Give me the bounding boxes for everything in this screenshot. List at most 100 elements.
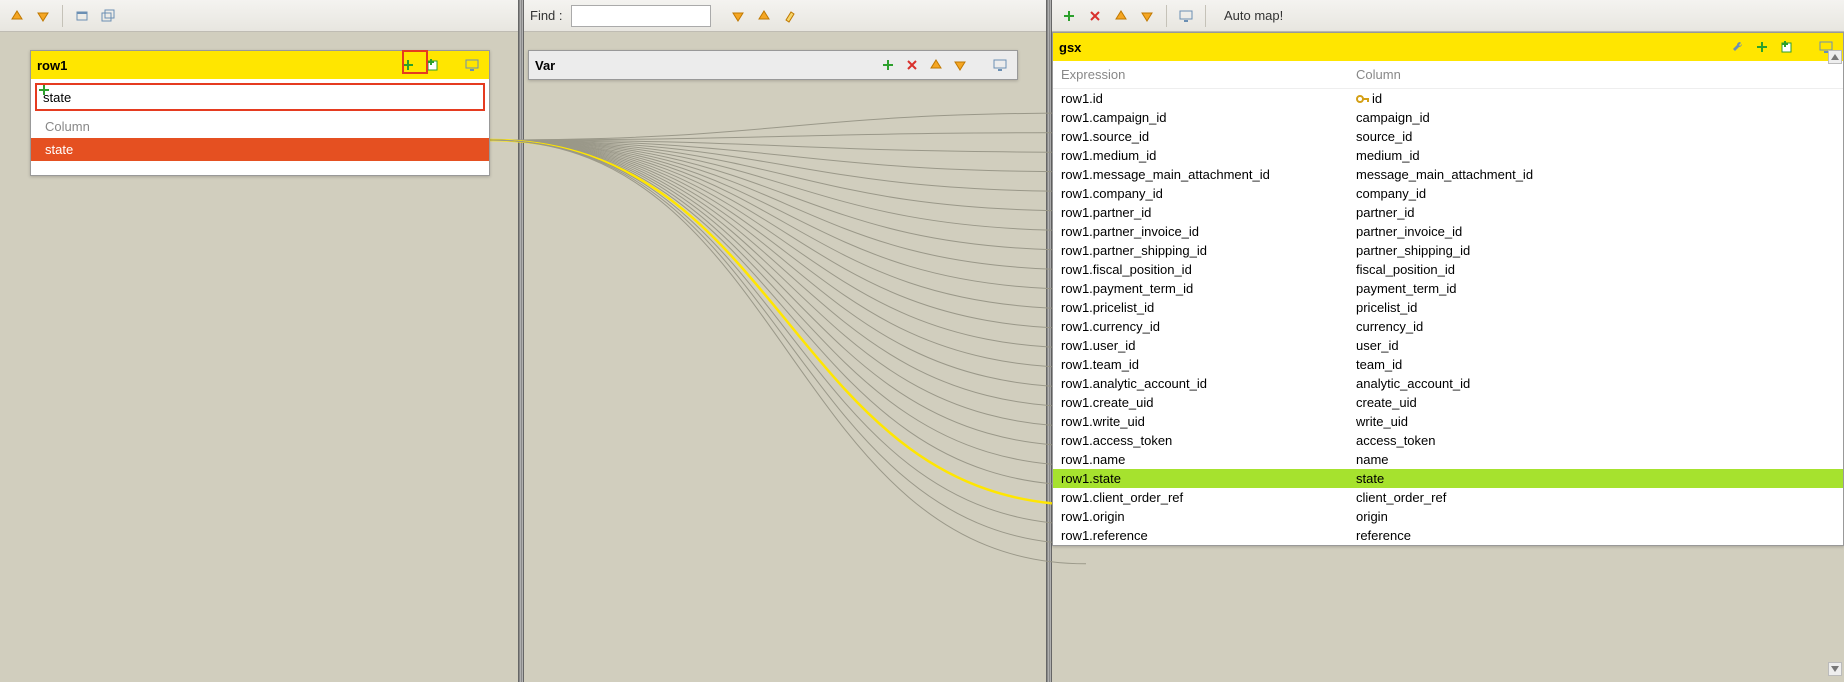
expression-cell: row1.state <box>1061 471 1356 486</box>
expression-cell: row1.write_uid <box>1061 414 1356 429</box>
expression-cell: row1.id <box>1061 91 1356 106</box>
mapping-row[interactable]: row1.payment_term_idpayment_term_id <box>1053 279 1843 298</box>
expression-cell: row1.medium_id <box>1061 148 1356 163</box>
expression-cell: row1.name <box>1061 452 1356 467</box>
expression-cell: row1.access_token <box>1061 433 1356 448</box>
mapping-row[interactable]: row1.currency_idcurrency_id <box>1053 317 1843 336</box>
row1-title: row1 <box>37 58 67 73</box>
find-prev-button[interactable] <box>753 5 775 27</box>
expression-cell: row1.fiscal_position_id <box>1061 262 1356 277</box>
column-filter-input[interactable] <box>35 83 485 111</box>
mapping-row[interactable]: row1.referencereference <box>1053 526 1843 545</box>
expression-cell: row1.origin <box>1061 509 1356 524</box>
column-cell: reference <box>1356 528 1411 543</box>
mapping-row[interactable]: row1.medium_idmedium_id <box>1053 146 1843 165</box>
gsx-column-headers: Expression Column <box>1053 61 1843 89</box>
minimize-button[interactable] <box>71 5 93 27</box>
expression-cell: row1.user_id <box>1061 338 1356 353</box>
move-down-button[interactable] <box>32 5 54 27</box>
scroll-down-button[interactable] <box>1828 662 1842 676</box>
var-down-button[interactable] <box>949 54 971 76</box>
expression-cell: row1.partner_invoice_id <box>1061 224 1356 239</box>
left-toolbar <box>0 0 518 32</box>
column-item-state[interactable]: state <box>31 138 489 161</box>
expression-cell: row1.campaign_id <box>1061 110 1356 125</box>
mapping-row[interactable]: row1.client_order_refclient_order_ref <box>1053 488 1843 507</box>
mapping-row[interactable]: row1.write_uidwrite_uid <box>1053 412 1843 431</box>
column-cell: partner_shipping_id <box>1356 243 1470 258</box>
column-cell: create_uid <box>1356 395 1417 410</box>
expression-cell: row1.pricelist_id <box>1061 300 1356 315</box>
column-cell: partner_invoice_id <box>1356 224 1462 239</box>
column-cell: partner_id <box>1356 205 1415 220</box>
expression-cell: row1.message_main_attachment_id <box>1061 167 1356 182</box>
column-cell: client_order_ref <box>1356 490 1446 505</box>
mapping-row[interactable]: row1.message_main_attachment_idmessage_m… <box>1053 165 1843 184</box>
toolbar-separator <box>62 5 63 27</box>
output-add-button[interactable] <box>1058 5 1080 27</box>
mapping-row[interactable]: row1.company_idcompany_id <box>1053 184 1843 203</box>
column-cell: state <box>1356 471 1384 486</box>
column-cell: currency_id <box>1356 319 1423 334</box>
tutorial-highlight-add-table <box>402 50 428 74</box>
output-up-button[interactable] <box>1110 5 1132 27</box>
mapping-row[interactable]: row1.partner_shipping_idpartner_shipping… <box>1053 241 1843 260</box>
mapping-row[interactable]: row1.fiscal_position_idfiscal_position_i… <box>1053 260 1843 279</box>
auto-map-button[interactable]: Auto map! <box>1214 8 1293 23</box>
column-cell: origin <box>1356 509 1388 524</box>
find-input[interactable] <box>571 5 711 27</box>
mapping-row[interactable]: row1.access_tokenaccess_token <box>1053 431 1843 450</box>
mapping-row[interactable]: row1.campaign_idcampaign_id <box>1053 108 1843 127</box>
mapping-row[interactable]: row1.analytic_account_idanalytic_account… <box>1053 374 1843 393</box>
output-down-button[interactable] <box>1136 5 1158 27</box>
gsx-card: gsx Expression Column row1.ididrow1.camp… <box>1052 32 1844 546</box>
column-cell: payment_term_id <box>1356 281 1456 296</box>
card-monitor-button[interactable] <box>461 54 483 76</box>
mapping-row[interactable]: row1.statestate <box>1053 469 1843 488</box>
output-monitor-button[interactable] <box>1175 5 1197 27</box>
restore-button[interactable] <box>97 5 119 27</box>
scroll-up-button[interactable] <box>1828 50 1842 64</box>
mapping-row[interactable]: row1.pricelist_idpricelist_id <box>1053 298 1843 317</box>
output-delete-button[interactable] <box>1084 5 1106 27</box>
mid-toolbar: Find : <box>524 0 1046 32</box>
mapping-row[interactable]: row1.create_uidcreate_uid <box>1053 393 1843 412</box>
expression-cell: row1.client_order_ref <box>1061 490 1356 505</box>
expression-cell: row1.partner_id <box>1061 205 1356 220</box>
var-up-button[interactable] <box>925 54 947 76</box>
move-up-button[interactable] <box>6 5 28 27</box>
column-cell: campaign_id <box>1356 110 1430 125</box>
mapping-row[interactable]: row1.partner_idpartner_id <box>1053 203 1843 222</box>
mapping-row[interactable]: row1.source_idsource_id <box>1053 127 1843 146</box>
mapping-row[interactable]: row1.originorigin <box>1053 507 1843 526</box>
var-title: Var <box>535 58 555 73</box>
column-cell: fiscal_position_id <box>1356 262 1455 277</box>
col-expression-header: Expression <box>1061 67 1356 82</box>
mapping-row[interactable]: row1.team_idteam_id <box>1053 355 1843 374</box>
toolbar-separator <box>1205 5 1206 27</box>
mapping-row[interactable]: row1.user_iduser_id <box>1053 336 1843 355</box>
expression-cell: row1.partner_shipping_id <box>1061 243 1356 258</box>
gsx-add-table-button[interactable] <box>1775 36 1797 58</box>
key-icon <box>1356 93 1370 105</box>
add-row-button[interactable] <box>34 80 54 100</box>
mapping-row[interactable]: row1.partner_invoice_idpartner_invoice_i… <box>1053 222 1843 241</box>
var-add-button[interactable] <box>877 54 899 76</box>
mapping-row[interactable]: row1.namename <box>1053 450 1843 469</box>
var-delete-button[interactable] <box>901 54 923 76</box>
right-pane: Auto map! gsx Expression Column row1.idi… <box>1052 0 1844 682</box>
card-footer-spacer <box>31 161 489 175</box>
col-column-header: Column <box>1356 67 1401 82</box>
var-header: Var <box>529 51 1017 79</box>
highlight-matches-button[interactable] <box>779 5 801 27</box>
filter-row <box>31 79 489 115</box>
find-next-button[interactable] <box>727 5 749 27</box>
column-cell: write_uid <box>1356 414 1408 429</box>
gsx-header: gsx <box>1053 33 1843 61</box>
gsx-add-button[interactable] <box>1751 36 1773 58</box>
expression-cell: row1.team_id <box>1061 357 1356 372</box>
column-cell: pricelist_id <box>1356 300 1417 315</box>
gsx-wrench-button[interactable] <box>1727 36 1749 58</box>
var-monitor-button[interactable] <box>989 54 1011 76</box>
mapping-row[interactable]: row1.idid <box>1053 89 1843 108</box>
